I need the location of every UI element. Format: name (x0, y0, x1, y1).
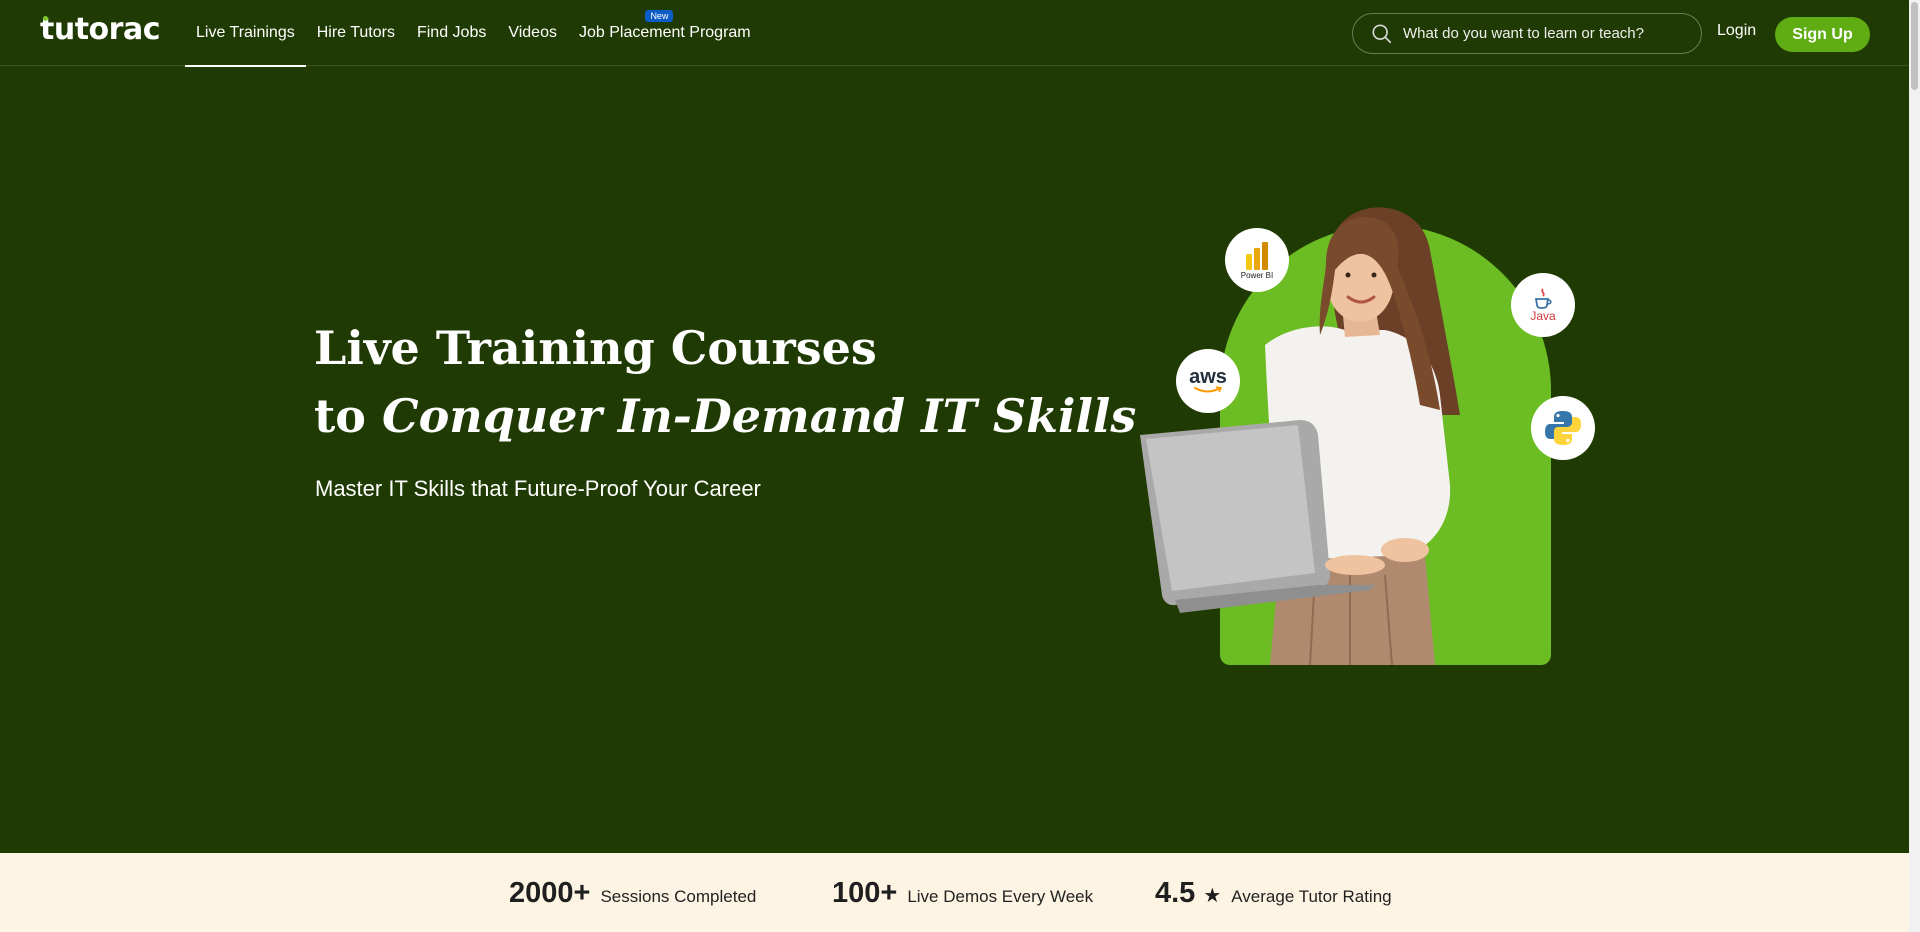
page-scrollbar[interactable] (1909, 0, 1920, 932)
search-input[interactable] (1403, 25, 1683, 42)
scrollbar-thumb[interactable] (1911, 2, 1918, 90)
java-cup-icon (1534, 288, 1552, 309)
hero-title-emphasis: Conquer In-Demand IT Skills (381, 389, 1137, 443)
stat-label: Average Tutor Rating (1231, 887, 1392, 906)
stat-value: 2000+ (509, 877, 591, 909)
stat-value: 4.5 (1155, 877, 1196, 909)
java-icon: Java (1511, 273, 1575, 337)
stat-live-demos: 100+ Live Demos Every Week (832, 877, 1093, 910)
nav-item-videos[interactable]: Videos (497, 0, 568, 66)
stats-strip: 2000+ Sessions Completed 100+ Live Demos… (0, 853, 1909, 932)
hero-title: Live Training Courses to Conquer In-Dema… (314, 314, 1136, 450)
search-icon (1372, 23, 1392, 43)
stat-label: Live Demos Every Week (907, 887, 1094, 906)
hero-title-line1: Live Training Courses (314, 321, 877, 375)
hero-subtitle: Master IT Skills that Future-Proof Your … (315, 476, 761, 501)
nav-item-label: Job Placement Program (578, 24, 751, 41)
main-nav: Live Trainings Hire Tutors Find Jobs Vid… (185, 0, 762, 67)
search-bar[interactable] (1352, 13, 1702, 54)
tutorac-logo[interactable]: tutorac (40, 12, 160, 47)
new-badge: New (645, 10, 674, 22)
powerbi-bars-icon (1246, 242, 1268, 270)
aws-smile-icon (1194, 386, 1223, 393)
nav-item-label: Videos (508, 24, 557, 41)
powerbi-icon: Power BI (1225, 228, 1289, 292)
stat-sessions: 2000+ Sessions Completed (509, 877, 756, 910)
nav-item-label: Hire Tutors (316, 24, 395, 41)
stat-tutor-rating: 4.5 ★ Average Tutor Rating (1155, 877, 1392, 910)
top-navbar: tutorac Live Trainings Hire Tutors Find … (0, 0, 1909, 67)
nav-item-label: Find Jobs (416, 24, 487, 41)
nav-item-find-jobs[interactable]: Find Jobs (406, 0, 497, 66)
aws-label: aws (1189, 366, 1227, 388)
login-link[interactable]: Login (1717, 22, 1756, 40)
nav-item-label: Live Trainings (196, 24, 295, 41)
hero-illustration: Power BI Java aws (1130, 195, 1610, 670)
stat-label: Sessions Completed (600, 887, 757, 906)
nav-item-hire-tutors[interactable]: Hire Tutors (306, 0, 406, 66)
logo-dot-icon (43, 16, 48, 21)
python-icon (1531, 396, 1595, 460)
nav-item-live-trainings[interactable]: Live Trainings (185, 0, 306, 67)
star-icon: ★ (1203, 885, 1222, 907)
python-logo-icon (1545, 411, 1581, 445)
powerbi-label: Power BI (1240, 271, 1274, 280)
stat-value: 100+ (832, 877, 898, 909)
sign-up-button[interactable]: Sign Up (1775, 17, 1870, 52)
hero-title-prefix: to (314, 389, 382, 443)
java-label: Java (1530, 309, 1556, 323)
aws-icon: aws (1176, 349, 1240, 413)
nav-item-job-placement-program[interactable]: New Job Placement Program (568, 0, 762, 66)
